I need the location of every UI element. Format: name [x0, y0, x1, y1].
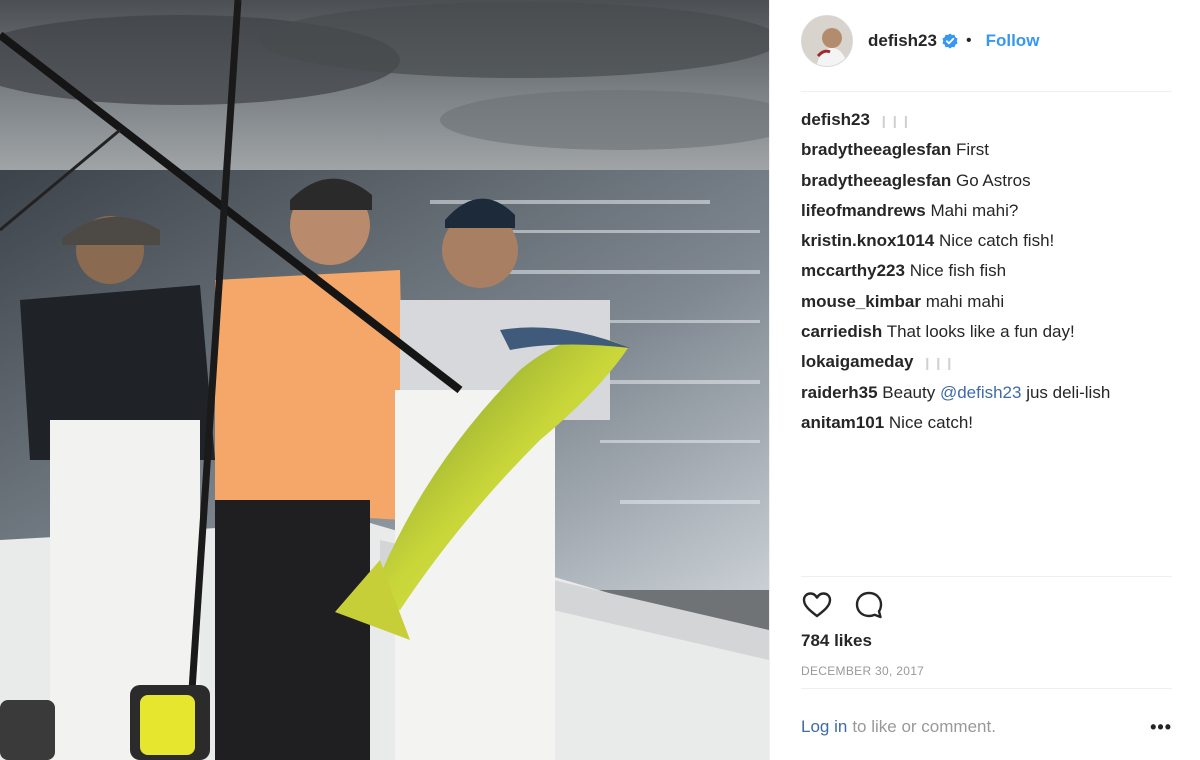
- actions-divider: [801, 576, 1172, 577]
- footer-divider: [801, 688, 1172, 689]
- comment-username[interactable]: bradytheeaglesfan: [801, 140, 951, 159]
- comment-item: defish23 ❙❙❙: [801, 106, 1172, 136]
- post-side-panel: defish23 • Follow defish23 ❙❙❙ bradythee…: [769, 0, 1200, 760]
- comment-bubble-icon[interactable]: [853, 589, 885, 621]
- comment-text: First: [955, 140, 990, 160]
- likes-count[interactable]: 784 likes: [801, 631, 872, 651]
- comment-text: Nice catch fish!: [938, 231, 1055, 251]
- comment-item: raiderh35 Beauty @defish23 jus deli-lish: [801, 379, 1172, 409]
- comment-username[interactable]: mccarthy223: [801, 261, 905, 280]
- author-avatar[interactable]: [801, 15, 853, 67]
- comment-text: mahi mahi: [925, 291, 1005, 311]
- comment-username[interactable]: defish23: [801, 110, 870, 129]
- comment-item: mccarthy223 Nice fish fish: [801, 257, 1172, 287]
- comment-item: carriedish That looks like a fun day!: [801, 318, 1172, 348]
- header-divider: [801, 91, 1172, 92]
- comment-text: That looks like a fun day!: [886, 322, 1075, 342]
- login-prompt: Log in to like or comment. •••: [801, 714, 1172, 740]
- comment-mention-link[interactable]: @defish23: [940, 383, 1022, 402]
- comment-item: anitam101 Nice catch!: [801, 409, 1172, 439]
- comment-list: defish23 ❙❙❙ bradytheeaglesfan First bra…: [801, 106, 1172, 439]
- follow-button[interactable]: Follow: [986, 31, 1040, 51]
- comment-username[interactable]: kristin.knox1014: [801, 231, 934, 250]
- comment-item: mouse_kimbar mahi mahi: [801, 288, 1172, 318]
- comment-username[interactable]: bradytheeaglesfan: [801, 171, 951, 190]
- login-prompt-text: to like or comment.: [852, 717, 996, 736]
- post-date[interactable]: DECEMBER 30, 2017: [801, 664, 924, 678]
- comment-item: lokaigameday ❙❙❙: [801, 348, 1172, 378]
- comment-item: bradytheeaglesfan First: [801, 136, 1172, 166]
- comment-username[interactable]: mouse_kimbar: [801, 292, 921, 311]
- comment-username[interactable]: anitam101: [801, 413, 884, 432]
- post-header: defish23 • Follow: [801, 15, 1172, 67]
- header-separator: •: [965, 32, 972, 49]
- comment-text: Nice fish fish: [909, 261, 1007, 281]
- comment-text: Go Astros: [955, 170, 1031, 190]
- comment-username[interactable]: carriedish: [801, 322, 882, 341]
- comment-item: lifeofmandrews Mahi mahi?: [801, 197, 1172, 227]
- fishing-photo-illustration: [0, 0, 769, 760]
- comment-text: Nice catch!: [888, 412, 973, 432]
- emoji-glyph: ❙❙❙: [878, 114, 912, 128]
- comment-username[interactable]: lifeofmandrews: [801, 201, 926, 220]
- comment-item: bradytheeaglesfan Go Astros: [801, 167, 1172, 197]
- comment-username[interactable]: raiderh35: [801, 383, 878, 402]
- post-photo[interactable]: [0, 0, 769, 760]
- comment-username[interactable]: lokaigameday: [801, 352, 913, 371]
- comment-item: kristin.knox1014 Nice catch fish!: [801, 227, 1172, 257]
- author-username[interactable]: defish23: [868, 31, 937, 51]
- avatar-image-icon: [802, 16, 852, 66]
- verified-badge-icon: [942, 33, 958, 49]
- comment-text: Beauty: [882, 382, 940, 402]
- heart-icon[interactable]: [801, 589, 833, 621]
- post-actions: [801, 588, 905, 622]
- comment-text-suffix: jus deli-lish: [1021, 382, 1111, 402]
- emoji-glyph: ❙❙❙: [922, 356, 956, 371]
- login-link[interactable]: Log in: [801, 717, 847, 737]
- comment-text: Mahi mahi?: [930, 200, 1019, 220]
- more-options-icon[interactable]: •••: [1150, 717, 1172, 738]
